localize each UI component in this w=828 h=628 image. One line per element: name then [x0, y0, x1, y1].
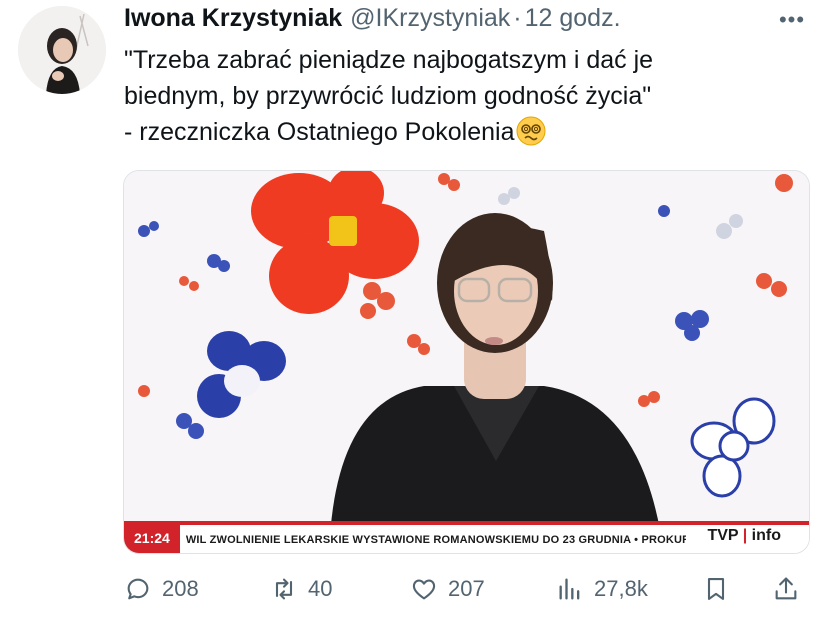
- tweet-text: "Trzeba zabrać pieniądze najbogatszym i …: [124, 42, 804, 150]
- news-ticker: 21:24 WIL ZWOLNIENIE LEKARSKIE WYSTAWION…: [124, 521, 809, 553]
- reply-button[interactable]: 208: [124, 566, 199, 612]
- channel-logo-b: info: [751, 527, 781, 544]
- tweet-text-line: - rzeczniczka Ostatniego Pokolenia: [124, 114, 804, 150]
- bookmark-button[interactable]: [702, 566, 730, 612]
- channel-logo-a: TVP: [707, 527, 739, 544]
- retweet-button[interactable]: 40: [270, 566, 332, 612]
- heart-icon: [412, 579, 436, 600]
- views-button[interactable]: 27,8k: [556, 566, 648, 612]
- more-options-icon[interactable]: •••: [772, 6, 812, 34]
- retweet-arrows-icon: [275, 578, 293, 600]
- like-button[interactable]: 207: [410, 566, 485, 612]
- reply-count: 208: [162, 576, 199, 601]
- channel-logo: TVP | info: [707, 527, 781, 545]
- tweet-text-line: "Trzeba zabrać pieniądze najbogatszym i …: [124, 46, 654, 74]
- tweet-text-line: biednym, by przywrócić ludziom godność ż…: [124, 82, 652, 110]
- avatar[interactable]: [18, 6, 106, 94]
- action-bar: 208 40 207 27,8k: [124, 566, 814, 612]
- share-upload-icon: [775, 577, 797, 600]
- author-handle[interactable]: @IKrzystyniak: [350, 4, 510, 33]
- author-name[interactable]: Iwona Krzystyniak: [124, 4, 342, 33]
- speech-bubble-icon: [127, 578, 149, 600]
- like-count: 207: [448, 576, 485, 601]
- bar-chart-icon: [559, 578, 580, 600]
- bookmark-icon: [707, 578, 725, 600]
- channel-logo-sep: |: [742, 527, 748, 544]
- video-frame: [124, 171, 809, 553]
- view-count: 27,8k: [594, 576, 648, 601]
- ticker-text: WIL ZWOLNIENIE LEKARSKIE WYSTAWIONE ROMA…: [185, 534, 686, 546]
- tweet-header: Iwona Krzystyniak @IKrzystyniak · 12 god…: [124, 4, 724, 38]
- media-video[interactable]: 21:24 WIL ZWOLNIENIE LEKARSKIE WYSTAWION…: [123, 170, 810, 554]
- separator-dot: ·: [513, 4, 522, 32]
- timestamp[interactable]: 12 godz.: [525, 4, 621, 33]
- tweet-text-segment: - rzeczniczka Ostatniego Pokolenia: [124, 118, 515, 146]
- share-button[interactable]: [772, 566, 800, 612]
- ticker-time: 21:24: [124, 523, 180, 553]
- woozy-face-icon: [516, 116, 546, 146]
- retweet-count: 40: [308, 576, 333, 601]
